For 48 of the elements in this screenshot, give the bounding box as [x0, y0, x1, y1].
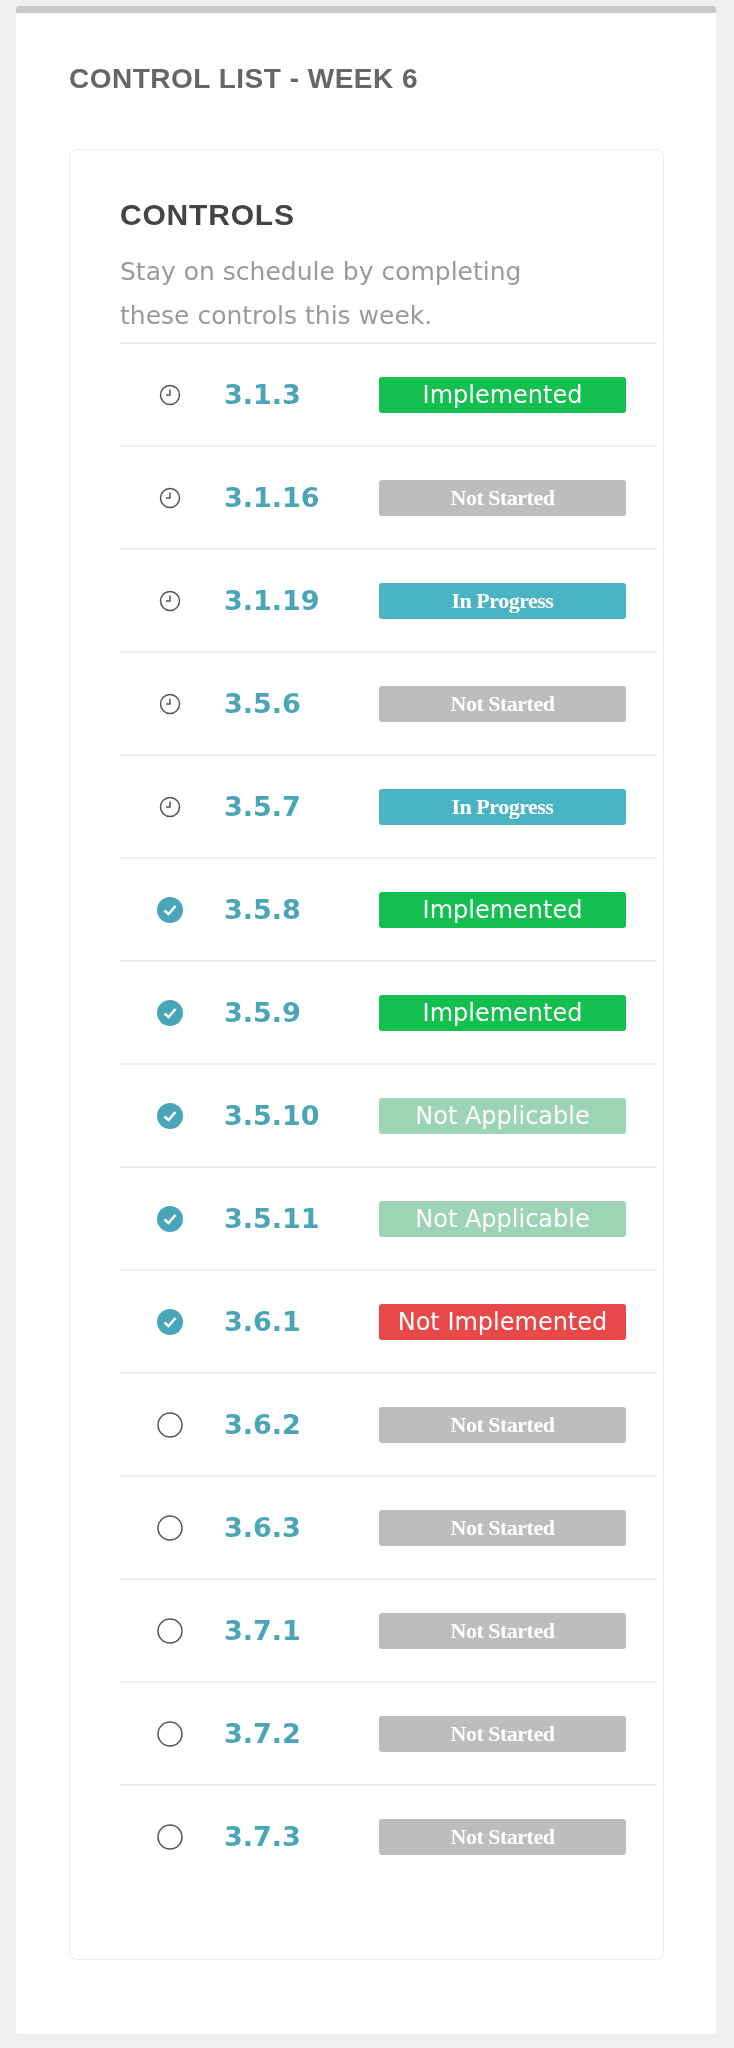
clock-icon: [159, 383, 181, 406]
card-description: Stay on schedule by completing these controls this week.: [120, 256, 523, 332]
control-link[interactable]: 3.5.9: [220, 997, 379, 1028]
empty-circle-icon: [157, 1411, 183, 1438]
control-link[interactable]: 3.7.3: [220, 1821, 379, 1852]
empty-circle-icon: [157, 1823, 183, 1850]
status-badge: Implemented: [379, 994, 626, 1031]
check-circle-icon: [157, 1308, 183, 1335]
status-badge: In Progress: [379, 788, 626, 825]
check-circle-icon: [157, 1205, 183, 1232]
check-circle-icon: [157, 999, 183, 1026]
empty-circle-icon: [157, 1720, 183, 1747]
check-circle-icon: [157, 896, 183, 923]
status-badge: Not Started: [379, 1612, 626, 1649]
status-badge: Not Started: [379, 685, 626, 722]
control-link[interactable]: 3.7.2: [220, 1718, 379, 1749]
control-link[interactable]: 3.1.19: [220, 585, 379, 616]
empty-circle-icon: [157, 1514, 183, 1541]
control-link[interactable]: 3.5.8: [220, 894, 379, 925]
clock-icon: [159, 589, 181, 612]
control-link[interactable]: 3.1.3: [220, 379, 379, 410]
control-link[interactable]: 3.5.10: [220, 1100, 379, 1131]
status-badge: Not Started: [379, 1509, 626, 1546]
status-badge: In Progress: [379, 582, 626, 619]
control-link[interactable]: 3.1.16: [220, 482, 379, 513]
status-badge: Not Started: [379, 1406, 626, 1443]
clock-icon: [159, 486, 181, 509]
control-link[interactable]: 3.6.3: [220, 1512, 379, 1543]
control-link[interactable]: 3.5.11: [220, 1203, 379, 1234]
check-circle-icon: [157, 1102, 183, 1129]
control-link[interactable]: 3.5.6: [220, 688, 379, 719]
clock-icon: [159, 692, 181, 715]
status-badge: Implemented: [379, 891, 626, 928]
status-badge: Not Applicable: [379, 1200, 626, 1237]
status-badge: Not Implemented: [379, 1303, 626, 1340]
status-badge: Not Applicable: [379, 1097, 626, 1134]
clock-icon: [159, 795, 181, 818]
control-link[interactable]: 3.7.1: [220, 1615, 379, 1646]
card-title: CONTROLS: [120, 198, 296, 232]
control-link[interactable]: 3.6.2: [220, 1409, 379, 1440]
status-badge: Not Started: [379, 479, 626, 516]
control-link[interactable]: 3.5.7: [220, 791, 379, 822]
panel-title: CONTROL LIST - WEEK 6: [69, 63, 420, 95]
status-badge: Implemented: [379, 376, 626, 413]
control-link[interactable]: 3.6.1: [220, 1306, 379, 1337]
empty-circle-icon: [157, 1617, 183, 1644]
status-badge: Not Started: [379, 1818, 626, 1855]
status-badge: Not Started: [379, 1715, 626, 1752]
